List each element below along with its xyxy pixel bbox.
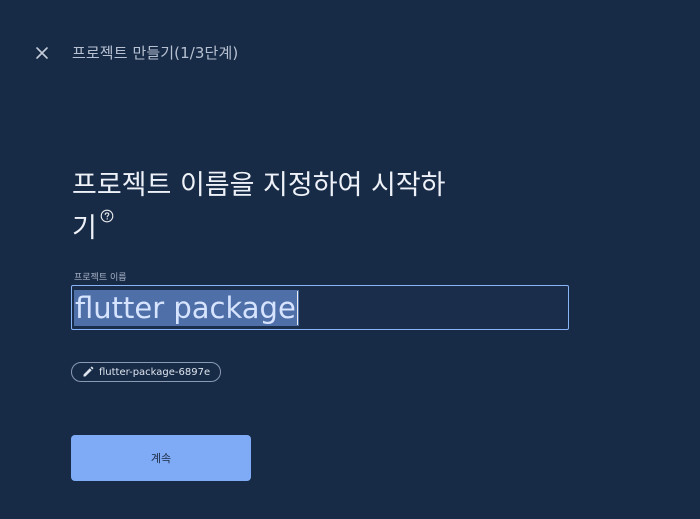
heading-line-1: 프로젝트 이름을 지정하여 시작하 [72, 170, 446, 201]
close-button[interactable] [29, 40, 55, 66]
close-icon [36, 47, 48, 59]
project-name-input[interactable]: flutter package [74, 290, 299, 326]
project-name-value: flutter package [75, 291, 296, 325]
top-bar: 프로젝트 만들기(1/3단계) [0, 0, 700, 106]
project-id-chip[interactable]: flutter-package-6897e [71, 362, 222, 382]
heading-line-2-text: 기 [72, 213, 97, 244]
project-id-text: flutter-package-6897e [99, 366, 211, 378]
step-title: 프로젝트 만들기(1/3단계) [72, 44, 239, 62]
help-circle-icon[interactable] [100, 209, 114, 223]
heading-line-2: 기 [72, 209, 114, 244]
project-name-label: 프로젝트 이름 [74, 273, 127, 283]
text-caret [296, 291, 298, 325]
page-heading: 프로젝트 이름을 지정하여 시작하기 [72, 164, 467, 250]
project-name-field[interactable]: flutter package [71, 285, 569, 330]
continue-button[interactable]: 계속 [71, 435, 251, 481]
pencil-icon [83, 366, 94, 377]
